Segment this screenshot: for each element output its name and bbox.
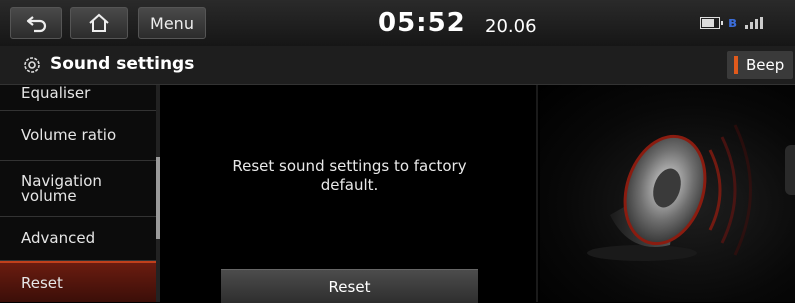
sidebar-item-label: Equaliser	[21, 85, 91, 102]
bluetooth-icon: ʙ	[728, 15, 737, 31]
reset-button-label: Reset	[328, 277, 371, 296]
title-bar: Sound settings Beep	[0, 46, 795, 85]
sidebar-item-label: Reset	[21, 273, 63, 292]
sidebar-item-label: Advanced	[21, 229, 96, 247]
speaker-icon	[587, 124, 752, 261]
speaker-illustration-panel	[540, 85, 795, 302]
menu-button[interactable]: Menu	[138, 7, 206, 39]
top-status-bar: Menu 05:52 20.06 ʙ	[0, 0, 795, 46]
panel-divider	[536, 85, 538, 302]
side-panel-handle[interactable]	[785, 145, 795, 195]
back-button[interactable]	[10, 7, 62, 39]
scrollbar-thumb[interactable]	[156, 157, 160, 239]
back-arrow-icon	[26, 16, 47, 33]
main-panel: Reset sound settings to factory default.…	[163, 85, 536, 303]
page-title: Sound settings	[50, 54, 195, 74]
status-icons: ʙ	[700, 13, 763, 33]
date: 20.06	[485, 16, 537, 37]
clock[interactable]: 05:52	[378, 8, 466, 38]
menu-button-label: Menu	[150, 13, 194, 33]
sidebar-item-label: Navigation volume	[21, 171, 102, 205]
beep-indicator	[734, 56, 738, 74]
home-button[interactable]	[70, 7, 128, 39]
signal-icon	[744, 17, 763, 29]
sidebar-item-advanced[interactable]: Advanced	[0, 217, 156, 261]
home-icon	[89, 13, 109, 32]
reset-message: Reset sound settings to factory default.	[232, 157, 467, 194]
sidebar-item-label: Volume ratio	[21, 126, 117, 144]
sidebar-menu: Equaliser Volume ratio Navigation volume…	[0, 85, 160, 302]
battery-icon	[700, 17, 723, 29]
sidebar-item-volume-ratio[interactable]: Volume ratio	[0, 111, 156, 161]
sidebar-item-navigation-volume[interactable]: Navigation volume	[0, 161, 156, 217]
sidebar-item-reset[interactable]: Reset	[0, 261, 156, 302]
reset-button[interactable]: Reset	[221, 269, 478, 303]
beep-button[interactable]: Beep	[727, 51, 793, 79]
gear-icon	[24, 57, 40, 73]
sidebar-item-equaliser[interactable]: Equaliser	[0, 85, 156, 111]
beep-label: Beep	[746, 56, 785, 74]
